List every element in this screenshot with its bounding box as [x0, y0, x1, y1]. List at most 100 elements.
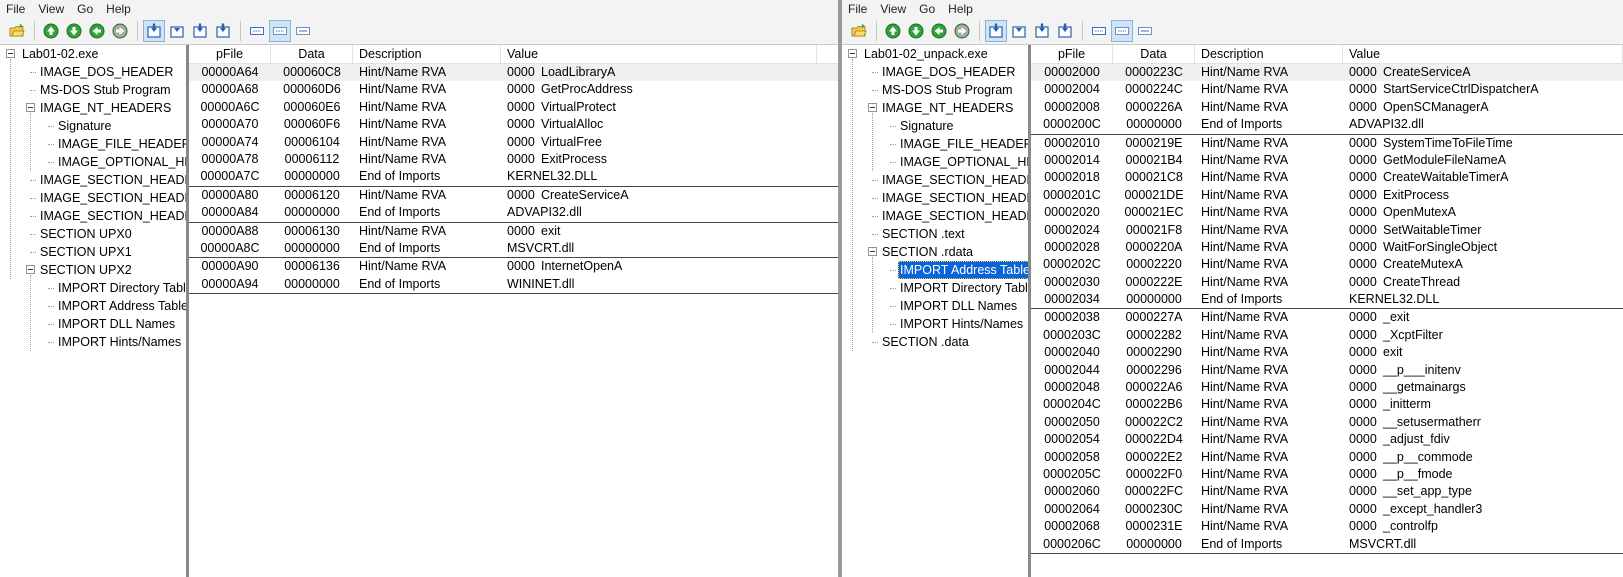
- tree-item[interactable]: IMAGE_OPTIONAL_HEADER: [842, 153, 1028, 171]
- go-forward-button[interactable]: [951, 20, 973, 42]
- tree-item[interactable]: IMAGE_FILE_HEADER: [842, 135, 1028, 153]
- tree-item[interactable]: IMAGE_SECTION_HEADER .data: [842, 207, 1028, 225]
- table-row[interactable]: 00000A6C 000060E6 Hint/Name RVA 0000 Virtual…: [189, 99, 838, 116]
- view-grid-button[interactable]: [269, 20, 291, 42]
- tree-item[interactable]: Signature: [0, 117, 186, 135]
- table-row[interactable]: 0000204C 000022B6 Hint/Name RVA 0000 _initte…: [1031, 396, 1623, 413]
- tree-item[interactable]: IMPORT Address Table: [842, 261, 1028, 279]
- tree-item[interactable]: MS-DOS Stub Program: [842, 81, 1028, 99]
- table-row[interactable]: 00000A70 000060F6 Hint/Name RVA 0000 Virtual…: [189, 116, 838, 133]
- table-row[interactable]: 00002038 0000227A Hint/Name RVA 0000 _exit: [1031, 309, 1623, 326]
- tree-item[interactable]: IMAGE_OPTIONAL_HEADER: [0, 153, 186, 171]
- column-header-data[interactable]: Data: [271, 45, 353, 63]
- menu-help[interactable]: Help: [942, 2, 980, 16]
- tree-item[interactable]: IMAGE_SECTION_HEADER UPX1: [0, 189, 186, 207]
- tree-item[interactable]: IMAGE_NT_HEADERS: [0, 99, 186, 117]
- column-header-pfile[interactable]: pFile: [1031, 45, 1113, 63]
- table-row[interactable]: 00002064 0000230C Hint/Name RVA 0000 _except…: [1031, 501, 1623, 518]
- table-row[interactable]: 00002014 000021B4 Hint/Name RVA 0000 GetModu…: [1031, 152, 1623, 169]
- table-row[interactable]: 00000A64 000060C8 Hint/Name RVA 0000 LoadLib…: [189, 64, 838, 82]
- tree-item[interactable]: IMPORT Address Table: [0, 297, 186, 315]
- menu-help[interactable]: Help: [100, 2, 138, 16]
- table-row[interactable]: 00002044 00002296 Hint/Name RVA 0000 __p___i…: [1031, 362, 1623, 379]
- go-up-button[interactable]: [882, 20, 904, 42]
- tree-item[interactable]: SECTION .text: [842, 225, 1028, 243]
- table-row[interactable]: 00000A7C 00000000 End of Imports KERNEL32.D…: [189, 168, 838, 187]
- tree-item[interactable]: MS-DOS Stub Program: [0, 81, 186, 99]
- go-up-button[interactable]: [40, 20, 62, 42]
- tree-item[interactable]: IMPORT DLL Names: [0, 315, 186, 333]
- table-row[interactable]: 00002060 000022FC Hint/Name RVA 0000 __set_a…: [1031, 483, 1623, 500]
- column-header-description[interactable]: Description: [353, 45, 501, 63]
- tree-item[interactable]: IMAGE_SECTION_HEADER .text: [842, 171, 1028, 189]
- window-cascade-button[interactable]: [1008, 20, 1030, 42]
- window-tile-button[interactable]: [143, 20, 165, 42]
- collapse-icon[interactable]: [26, 103, 35, 112]
- collapse-icon[interactable]: [848, 49, 857, 58]
- tree-item[interactable]: IMPORT Hints/Names: [0, 333, 186, 351]
- tree-item[interactable]: IMPORT DLL Names: [842, 297, 1028, 315]
- table-row[interactable]: 00000A74 00006104 Hint/Name RVA 0000 Virtual…: [189, 134, 838, 151]
- column-header-value[interactable]: Value: [1343, 45, 1623, 63]
- collapse-icon[interactable]: [26, 265, 35, 274]
- tree-item[interactable]: Lab01-02.exe: [0, 45, 186, 63]
- tree-item[interactable]: IMAGE_DOS_HEADER: [842, 63, 1028, 81]
- table-row[interactable]: 00000A88 00006130 Hint/Name RVA 0000 exit: [189, 223, 838, 240]
- collapse-icon[interactable]: [6, 49, 15, 58]
- window-tile-button[interactable]: [985, 20, 1007, 42]
- table-row[interactable]: 00000A80 00006120 Hint/Name RVA 0000 CreateS…: [189, 187, 838, 204]
- collapse-icon[interactable]: [868, 103, 877, 112]
- table-row[interactable]: 00000A90 00006136 Hint/Name RVA 0000 Interne…: [189, 258, 838, 275]
- tree-item[interactable]: SECTION UPX1: [0, 243, 186, 261]
- tree-item[interactable]: SECTION .rdata: [842, 243, 1028, 261]
- menu-view[interactable]: View: [874, 2, 913, 16]
- view-hex-button[interactable]: [246, 20, 268, 42]
- go-back-button[interactable]: [86, 20, 108, 42]
- view-text-button[interactable]: [1134, 20, 1156, 42]
- table-row[interactable]: 00002000 0000223C Hint/Name RVA 0000 CreateS…: [1031, 64, 1623, 82]
- tree-item[interactable]: SECTION UPX0: [0, 225, 186, 243]
- view-grid-button[interactable]: [1111, 20, 1133, 42]
- window-minimize-button[interactable]: [212, 20, 234, 42]
- open-file-button[interactable]: [848, 20, 870, 42]
- table-row[interactable]: 00002010 0000219E Hint/Name RVA 0000 SystemT…: [1031, 135, 1623, 152]
- tree-item[interactable]: IMPORT Directory Table: [842, 279, 1028, 297]
- collapse-icon[interactable]: [868, 247, 877, 256]
- tree-item[interactable]: IMPORT Directory Table: [0, 279, 186, 297]
- tree-item[interactable]: IMAGE_SECTION_HEADER .rdata: [842, 189, 1028, 207]
- table-row[interactable]: 00002028 0000220A Hint/Name RVA 0000 WaitFor…: [1031, 239, 1623, 256]
- table-row[interactable]: 00002004 0000224C Hint/Name RVA 0000 StartSe…: [1031, 81, 1623, 98]
- menu-file[interactable]: File: [842, 2, 874, 16]
- table-row[interactable]: 00002054 000022D4 Hint/Name RVA 0000 _adjust…: [1031, 431, 1623, 448]
- go-down-button[interactable]: [905, 20, 927, 42]
- tree-item[interactable]: IMAGE_SECTION_HEADER UPX2: [0, 207, 186, 225]
- go-forward-button[interactable]: [109, 20, 131, 42]
- table-row[interactable]: 00002050 000022C2 Hint/Name RVA 0000 __setus…: [1031, 414, 1623, 431]
- table-row[interactable]: 00002058 000022E2 Hint/Name RVA 0000 __p__co…: [1031, 449, 1623, 466]
- tree-item[interactable]: SECTION .data: [842, 333, 1028, 351]
- table-row[interactable]: 00002024 000021F8 Hint/Name RVA 0000 SetWait…: [1031, 222, 1623, 239]
- table-row[interactable]: 00002040 00002290 Hint/Name RVA 0000 exit: [1031, 344, 1623, 361]
- open-file-button[interactable]: [6, 20, 28, 42]
- tree-item[interactable]: Lab01-02_unpack.exe: [842, 45, 1028, 63]
- table-row[interactable]: 00002030 0000222E Hint/Name RVA 0000 CreateT…: [1031, 274, 1623, 291]
- table-row[interactable]: 0000205C 000022F0 Hint/Name RVA 0000 __p__fm…: [1031, 466, 1623, 483]
- table-row[interactable]: 0000202C 00002220 Hint/Name RVA 0000 CreateM…: [1031, 256, 1623, 273]
- column-header-pfile[interactable]: pFile: [189, 45, 271, 63]
- tree-item[interactable]: IMAGE_FILE_HEADER: [0, 135, 186, 153]
- column-header-data[interactable]: Data: [1113, 45, 1195, 63]
- window-stack-button[interactable]: [189, 20, 211, 42]
- table-row[interactable]: 00002034 00000000 End of Imports KERNEL32.D…: [1031, 291, 1623, 310]
- table-row[interactable]: 0000200C 00000000 End of Imports ADVAPI32.d…: [1031, 116, 1623, 135]
- window-stack-button[interactable]: [1031, 20, 1053, 42]
- tree-item[interactable]: SECTION UPX2: [0, 261, 186, 279]
- structure-tree[interactable]: Lab01-02.exe IMAGE_DOS_HEADER MS-DOS Stub …: [0, 45, 187, 577]
- table-row[interactable]: 00002020 000021EC Hint/Name RVA 0000 OpenMut…: [1031, 204, 1623, 221]
- table-row[interactable]: 0000201C 000021DE Hint/Name RVA 0000 ExitPro…: [1031, 187, 1623, 204]
- structure-tree[interactable]: Lab01-02_unpack.exe IMAGE_DOS_HEADER MS-DO…: [842, 45, 1029, 577]
- go-back-button[interactable]: [928, 20, 950, 42]
- menu-file[interactable]: File: [0, 2, 32, 16]
- table-row[interactable]: 00000A68 000060D6 Hint/Name RVA 0000 GetProc…: [189, 81, 838, 98]
- tree-item[interactable]: IMAGE_DOS_HEADER: [0, 63, 186, 81]
- view-text-button[interactable]: [292, 20, 314, 42]
